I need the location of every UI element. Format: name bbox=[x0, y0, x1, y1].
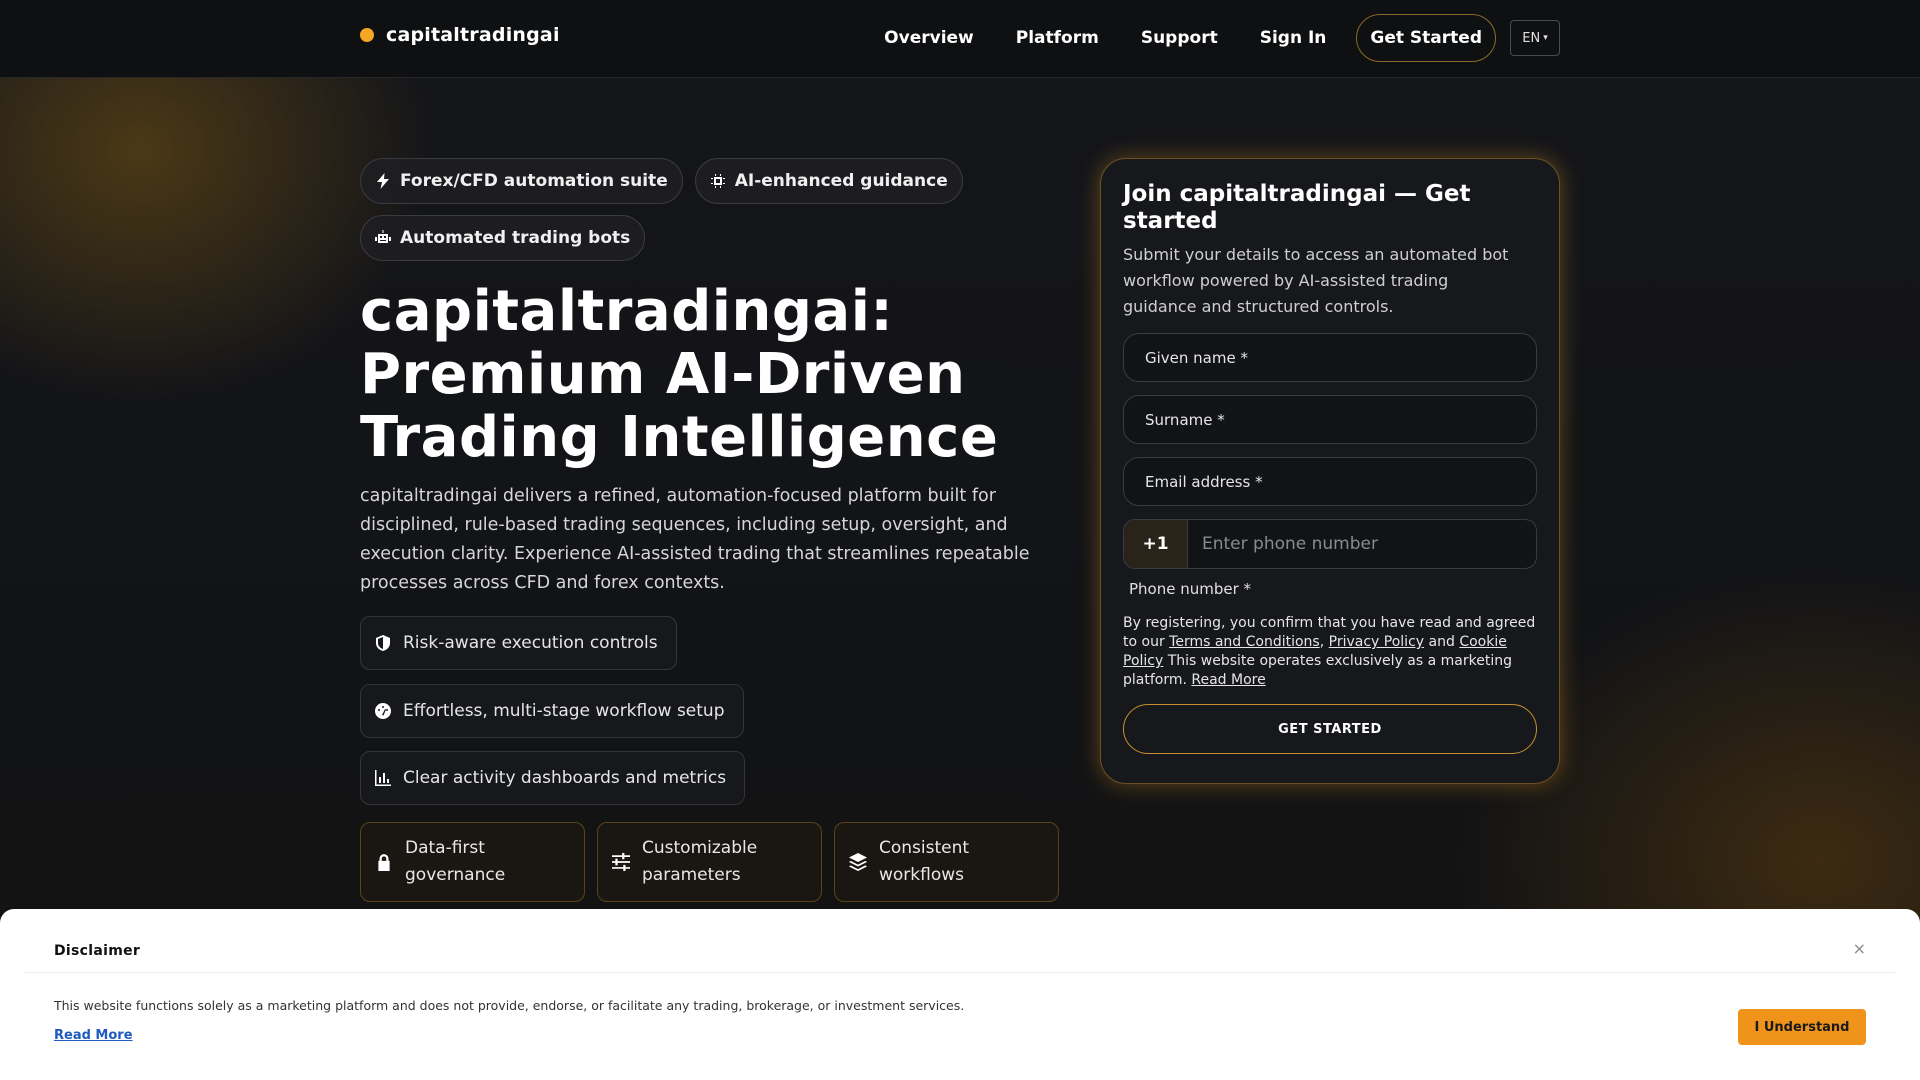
nav-overview[interactable]: Overview bbox=[863, 14, 995, 62]
surname-field[interactable]: Surname * bbox=[1123, 395, 1537, 444]
terms-link[interactable]: Terms and Conditions bbox=[1169, 634, 1320, 650]
divider bbox=[25, 972, 1895, 973]
logo-text: capitaltradingai bbox=[386, 24, 560, 46]
chip-label: Automated trading bots bbox=[400, 228, 631, 248]
phone-field: +1 bbox=[1123, 519, 1537, 569]
bar-chart-icon bbox=[375, 770, 391, 786]
logo-dot-icon bbox=[360, 28, 374, 42]
legal-and: and bbox=[1428, 634, 1455, 650]
feature-dashboards: Clear activity dashboards and metrics bbox=[360, 751, 746, 805]
legal-suffix: This website operates exclusively as a m… bbox=[1123, 653, 1512, 688]
card-label: Customizable parameters bbox=[642, 838, 758, 885]
main-nav: Overview Platform Support Sign In Get St… bbox=[863, 14, 1560, 62]
feature-workflow-setup: Effortless, multi-stage workflow setup bbox=[360, 684, 744, 738]
hero-description: capitaltradingai delivers a refined, aut… bbox=[360, 486, 1030, 593]
phone-label: Phone number * bbox=[1129, 580, 1252, 598]
card-label: Data-first governance bbox=[405, 838, 506, 885]
language-label: EN bbox=[1522, 30, 1541, 46]
hero-chips: Forex/CFD automation suite AI-enhanced g… bbox=[360, 158, 980, 261]
disclaimer-text: This website functions solely as a marke… bbox=[54, 998, 965, 1013]
chevron-down-icon: ▾ bbox=[1543, 33, 1548, 43]
card-label: Consistent workflows bbox=[879, 838, 970, 885]
disclaimer-read-more-link[interactable]: Read More bbox=[54, 1028, 133, 1043]
gauge-icon bbox=[375, 703, 391, 719]
legal-text: By registering, you confirm that you hav… bbox=[1123, 614, 1537, 690]
chip-icon bbox=[710, 174, 725, 188]
nav-sign-in[interactable]: Sign In bbox=[1239, 14, 1348, 62]
get-started-nav-button[interactable]: Get Started bbox=[1356, 14, 1496, 62]
given-name-label: Given name * bbox=[1145, 348, 1248, 367]
card-governance: Data-first governance bbox=[360, 822, 585, 902]
signup-form: Join capitaltradingai — Get started Subm… bbox=[1100, 158, 1560, 784]
surname-label: Surname * bbox=[1145, 410, 1225, 429]
chip-label: Forex/CFD automation suite bbox=[400, 171, 668, 191]
feature-label: Clear activity dashboards and metrics bbox=[403, 768, 727, 788]
legal-comma: , bbox=[1319, 634, 1325, 650]
logo[interactable]: capitaltradingai bbox=[360, 24, 560, 46]
close-icon[interactable]: × bbox=[1853, 939, 1866, 958]
get-started-submit-button[interactable]: GET STARTED bbox=[1123, 704, 1537, 754]
hero-title: capitaltradingai: Premium AI-Driven Trad… bbox=[360, 279, 999, 470]
chip-ai-guidance: AI-enhanced guidance bbox=[694, 158, 963, 204]
form-subtitle: Submit your details to access an automat… bbox=[1123, 245, 1509, 316]
sliders-icon bbox=[612, 853, 630, 871]
privacy-link[interactable]: Privacy Policy bbox=[1329, 634, 1424, 650]
feature-label: Risk-aware execution controls bbox=[403, 633, 658, 653]
lock-icon bbox=[378, 854, 390, 871]
i-understand-button[interactable]: I Understand bbox=[1738, 1009, 1866, 1045]
country-code-selector[interactable]: +1 bbox=[1124, 520, 1188, 568]
card-parameters: Customizable parameters bbox=[597, 822, 822, 902]
shield-icon bbox=[376, 635, 390, 651]
feature-label: Effortless, multi-stage workflow setup bbox=[403, 701, 725, 721]
email-field[interactable]: Email address * bbox=[1123, 457, 1537, 506]
feature-risk-aware: Risk-aware execution controls bbox=[360, 616, 677, 670]
nav-platform[interactable]: Platform bbox=[995, 14, 1120, 62]
chip-label: AI-enhanced guidance bbox=[734, 171, 948, 191]
disclaimer-banner: Disclaimer × This website functions sole… bbox=[0, 909, 1920, 1080]
read-more-link[interactable]: Read More bbox=[1191, 672, 1265, 688]
top-navbar: capitaltradingai Overview Platform Suppo… bbox=[0, 0, 1920, 78]
language-selector[interactable]: EN ▾ bbox=[1510, 20, 1560, 56]
phone-input[interactable] bbox=[1188, 520, 1536, 568]
bolt-icon bbox=[377, 173, 389, 189]
layers-icon bbox=[849, 853, 867, 871]
card-workflows: Consistent workflows bbox=[834, 822, 1059, 902]
disclaimer-title: Disclaimer bbox=[54, 943, 141, 959]
chip-forex-cfd: Forex/CFD automation suite bbox=[360, 158, 683, 204]
chip-trading-bots: Automated trading bots bbox=[360, 215, 646, 261]
nav-support[interactable]: Support bbox=[1120, 14, 1239, 62]
robot-icon bbox=[375, 230, 391, 243]
form-title: Join capitaltradingai — Get started bbox=[1123, 181, 1471, 234]
given-name-field[interactable]: Given name * bbox=[1123, 333, 1537, 382]
feature-cards: Data-first governance Customizable param… bbox=[360, 822, 1059, 902]
email-label: Email address * bbox=[1145, 472, 1263, 491]
